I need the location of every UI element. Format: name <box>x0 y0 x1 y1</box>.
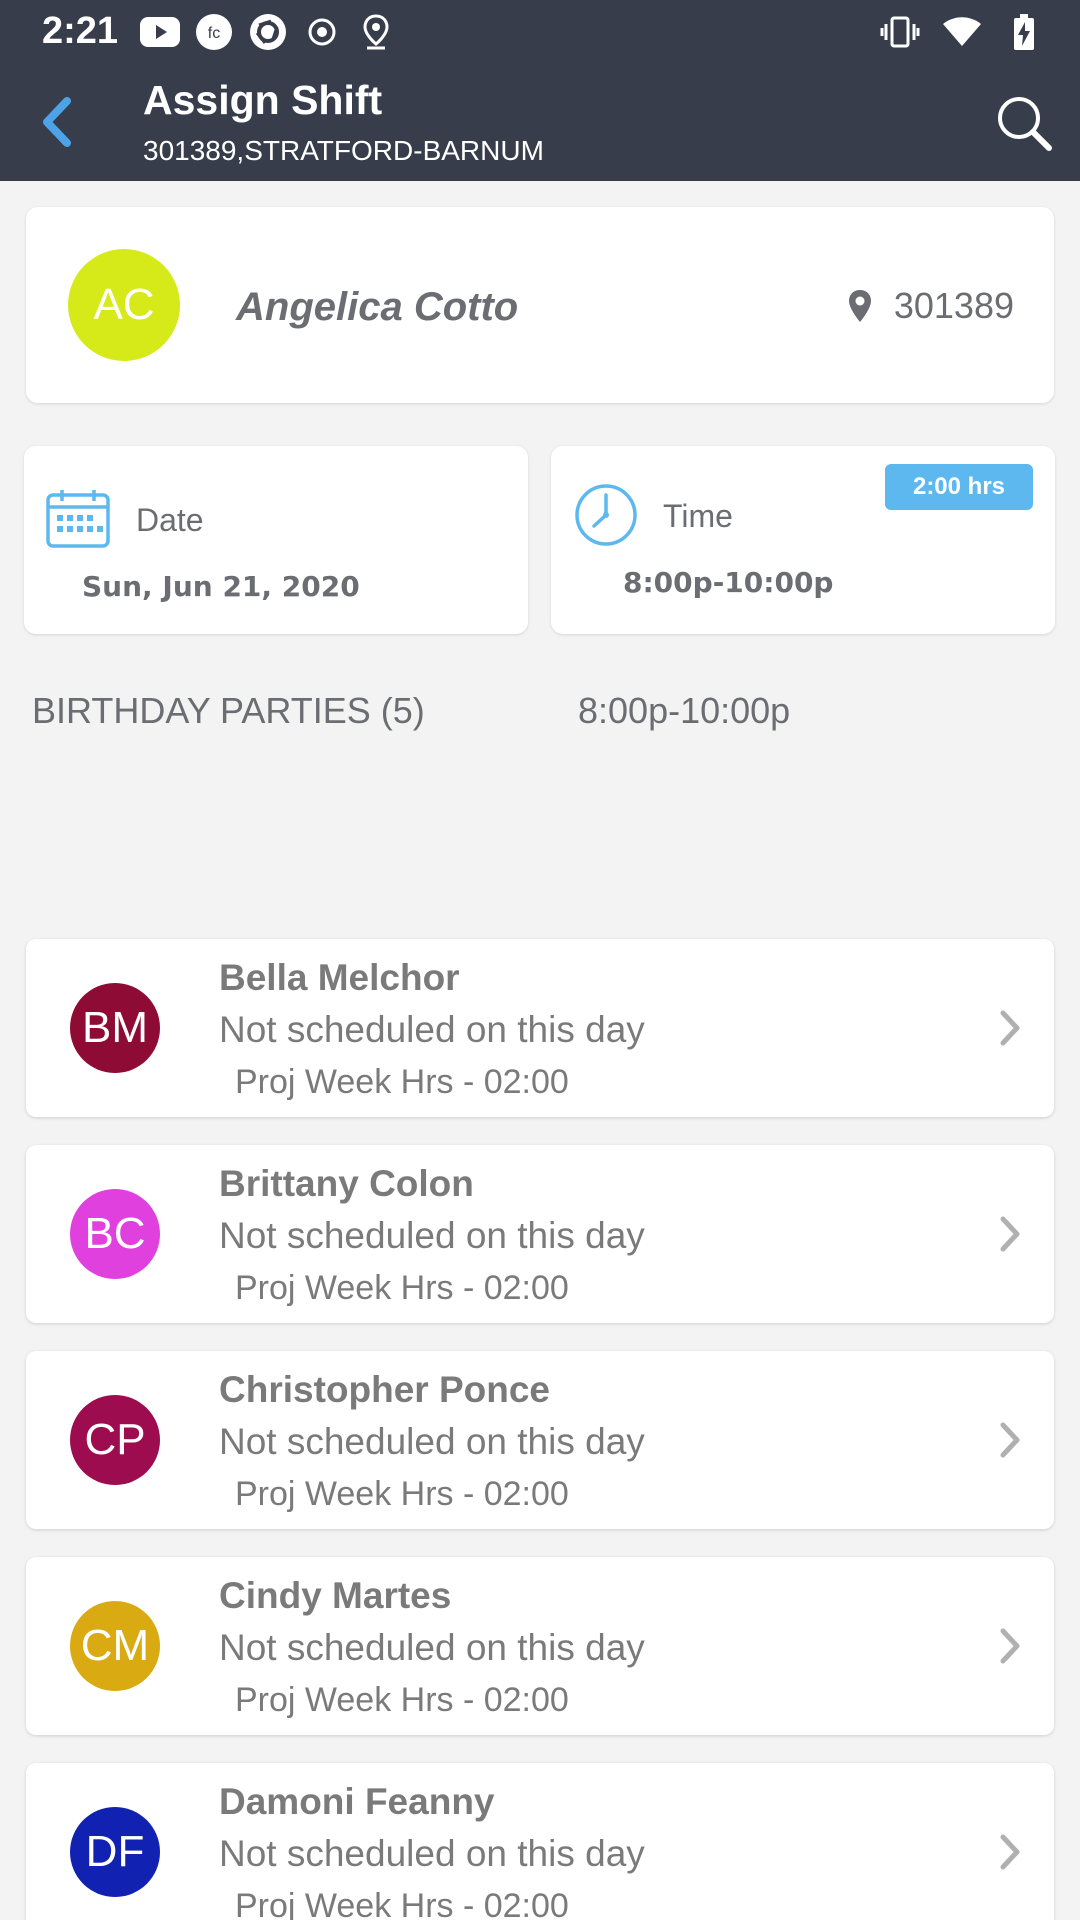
page-subtitle: 301389,STRATFORD-BARNUM <box>143 135 544 166</box>
system-icons <box>880 12 1044 52</box>
youtube-icon <box>140 12 180 52</box>
date-value: Sun, Jun 21, 2020 <box>82 570 360 603</box>
battery-charging-icon <box>1004 12 1044 52</box>
avatar: DF <box>70 1807 160 1897</box>
employee-location: 301389 <box>848 285 1014 327</box>
status-bar: 2:21 fc <box>0 0 1080 63</box>
record-icon <box>302 12 342 52</box>
time-card[interactable]: Time 8:00p-10:00p 2:00 hrs <box>551 446 1055 634</box>
search-button[interactable] <box>992 91 1056 155</box>
time-label: Time <box>663 498 733 534</box>
staff-list-item[interactable]: CM Cindy Martes Not scheduled on this day P… <box>26 1557 1054 1735</box>
status-time: 2:21 <box>42 10 119 52</box>
chevron-right-icon <box>990 1827 1030 1877</box>
section-time: 8:00p-10:00p <box>578 690 791 731</box>
projected-hours: Proj Week Hrs - 02:00 <box>235 1681 569 1719</box>
search-icon <box>998 97 1052 151</box>
app-bar: Assign Shift 301389,STRATFORD-BARNUM <box>0 63 1080 181</box>
schedule-status: Not scheduled on this day <box>219 1215 645 1256</box>
schedule-status: Not scheduled on this day <box>219 1009 645 1050</box>
employee-name: Angelica Cotto <box>236 285 519 329</box>
chevron-left-icon <box>43 97 71 147</box>
section-name: BIRTHDAY PARTIES (5) <box>32 690 425 731</box>
projected-hours: Proj Week Hrs - 02:00 <box>235 1475 569 1513</box>
location-pin-icon <box>356 12 396 52</box>
avatar: CP <box>70 1395 160 1485</box>
clock-icon <box>573 482 639 553</box>
svg-text:fc: fc <box>208 25 220 42</box>
location-id: 301389 <box>893 285 1014 326</box>
projected-hours: Proj Week Hrs - 02:00 <box>235 1269 569 1307</box>
date-card[interactable]: Date Sun, Jun 21, 2020 <box>24 446 528 634</box>
staff-name: Christopher Ponce <box>219 1369 550 1410</box>
calendar-icon <box>46 488 110 553</box>
staff-name: Damoni Feanny <box>219 1781 495 1822</box>
vibrate-icon <box>880 12 920 52</box>
page-title: Assign Shift <box>143 77 383 123</box>
staff-name: Bella Melchor <box>219 957 460 998</box>
time-value: 8:00p-10:00p <box>623 566 834 599</box>
chevron-right-icon <box>990 1003 1030 1053</box>
duration-badge: 2:00 hrs <box>885 464 1033 510</box>
employee-avatar: AC <box>68 249 180 361</box>
notification-icons: fc <box>140 12 396 52</box>
staff-name: Brittany Colon <box>219 1163 474 1204</box>
employee-card: AC Angelica Cotto 301389 <box>26 207 1054 403</box>
chevron-right-icon <box>990 1621 1030 1671</box>
back-button[interactable] <box>26 87 86 157</box>
wifi-icon <box>942 12 982 52</box>
shift-section-header: BIRTHDAY PARTIES (5) 8:00p-10:00p <box>32 690 1052 732</box>
schedule-status: Not scheduled on this day <box>219 1627 645 1668</box>
chevron-right-icon <box>990 1209 1030 1259</box>
staff-list-item[interactable]: CP Christopher Ponce Not scheduled on this… <box>26 1351 1054 1529</box>
staff-list: BM Bella Melchor Not scheduled on this day… <box>26 939 1054 1920</box>
staff-list-item[interactable]: BC Brittany Colon Not scheduled on this da… <box>26 1145 1054 1323</box>
avatar: CM <box>70 1601 160 1691</box>
avatar: BC <box>70 1189 160 1279</box>
schedule-status: Not scheduled on this day <box>219 1421 645 1462</box>
projected-hours: Proj Week Hrs - 02:00 <box>235 1063 569 1101</box>
chevron-right-icon <box>990 1415 1030 1465</box>
staff-name: Cindy Martes <box>219 1575 452 1616</box>
shutter-app-icon <box>248 12 288 52</box>
staff-list-item[interactable]: DF Damoni Feanny Not scheduled on this day… <box>26 1763 1054 1920</box>
fc-app-icon: fc <box>194 12 234 52</box>
schedule-status: Not scheduled on this day <box>219 1833 645 1874</box>
map-marker-icon <box>848 290 871 322</box>
projected-hours: Proj Week Hrs - 02:00 <box>235 1887 569 1920</box>
date-label: Date <box>136 502 204 538</box>
avatar: BM <box>70 983 160 1073</box>
staff-list-item[interactable]: BM Bella Melchor Not scheduled on this day… <box>26 939 1054 1117</box>
